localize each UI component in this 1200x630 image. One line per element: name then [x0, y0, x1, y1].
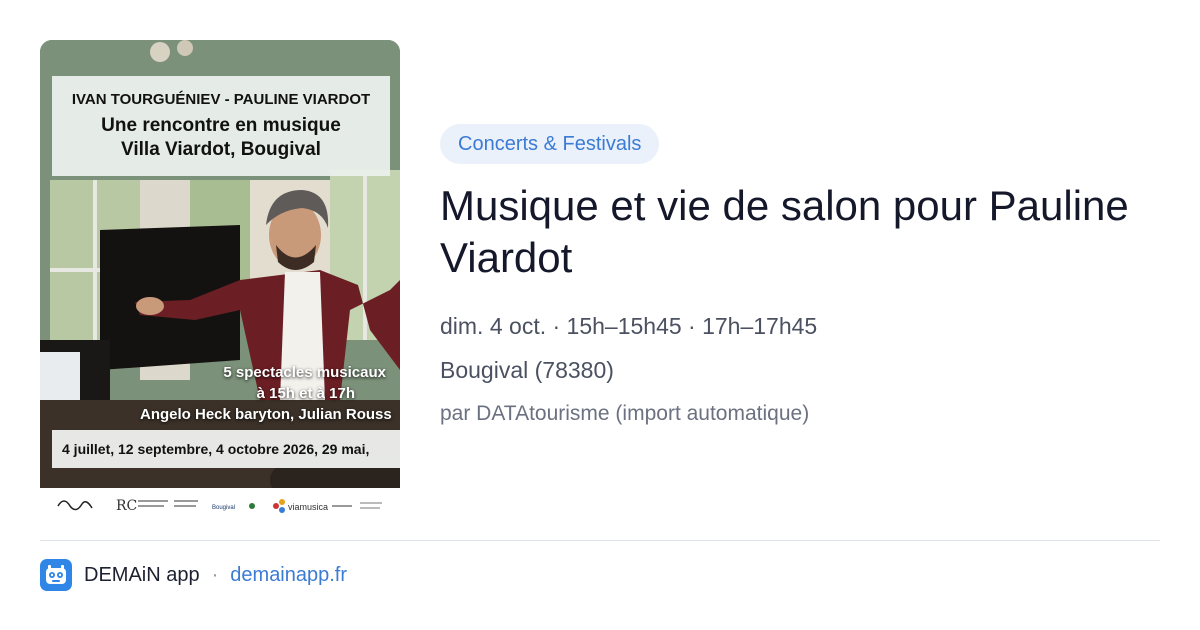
poster-info-line-1: 5 spectacles musicaux — [223, 364, 386, 381]
partner-logo-viamusica: viamusica — [288, 502, 328, 512]
event-datetime: dim. 4 oct. · 15h–15h45 · 17h–17h45 — [440, 313, 818, 339]
poster-dates: 4 juillet, 12 septembre, 4 octobre 2026,… — [52, 430, 400, 468]
event-title: Musique et vie de salon pour Pauline Via… — [440, 182, 1129, 281]
partner-logo-rc: RC — [116, 498, 137, 514]
poster-photo: IVAN TOURGUÉNIEV - PAULINE VIARDOT Une r… — [40, 40, 400, 488]
poster-info-line-3: Angelo Heck baryton, Julian Rouss — [140, 406, 392, 423]
app-domain-link[interactable]: demainapp.fr — [230, 564, 347, 587]
event-source: par DATAtourisme (import automatique) — [440, 402, 810, 425]
category-badge[interactable]: Concerts & Festivals — [440, 124, 660, 164]
app-name: DEMAiN app — [84, 563, 200, 586]
poster-performance-info: 5 spectacles musicaux à 15h et à 17h Ang… — [70, 362, 400, 425]
event-poster-image: IVAN TOURGUÉNIEV - PAULINE VIARDOT Une r… — [40, 40, 400, 520]
demain-app-icon — [40, 559, 72, 591]
poster-title-line-3: Villa Viardot, Bougival — [121, 138, 321, 160]
partner-logo-bougival: Bougival — [212, 505, 235, 511]
poster-title-line-1: IVAN TOURGUÉNIEV - PAULINE VIARDOT — [71, 90, 371, 108]
poster-partner-logos: RC Bougival viamusica — [40, 488, 400, 520]
footer: DEMAiN app · demainapp.fr — [40, 558, 347, 592]
poster-info-line-2: à 15h et à 17h — [256, 385, 355, 402]
poster-title-box: IVAN TOURGUÉNIEV - PAULINE VIARDOT Une r… — [52, 76, 390, 176]
poster-title-line-2: Une rencontre en musique — [101, 114, 341, 136]
event-location: Bougival (78380) — [440, 357, 614, 383]
signature-logo — [57, 500, 93, 511]
footer-divider — [40, 540, 1160, 541]
footer-separator: · — [211, 563, 219, 586]
